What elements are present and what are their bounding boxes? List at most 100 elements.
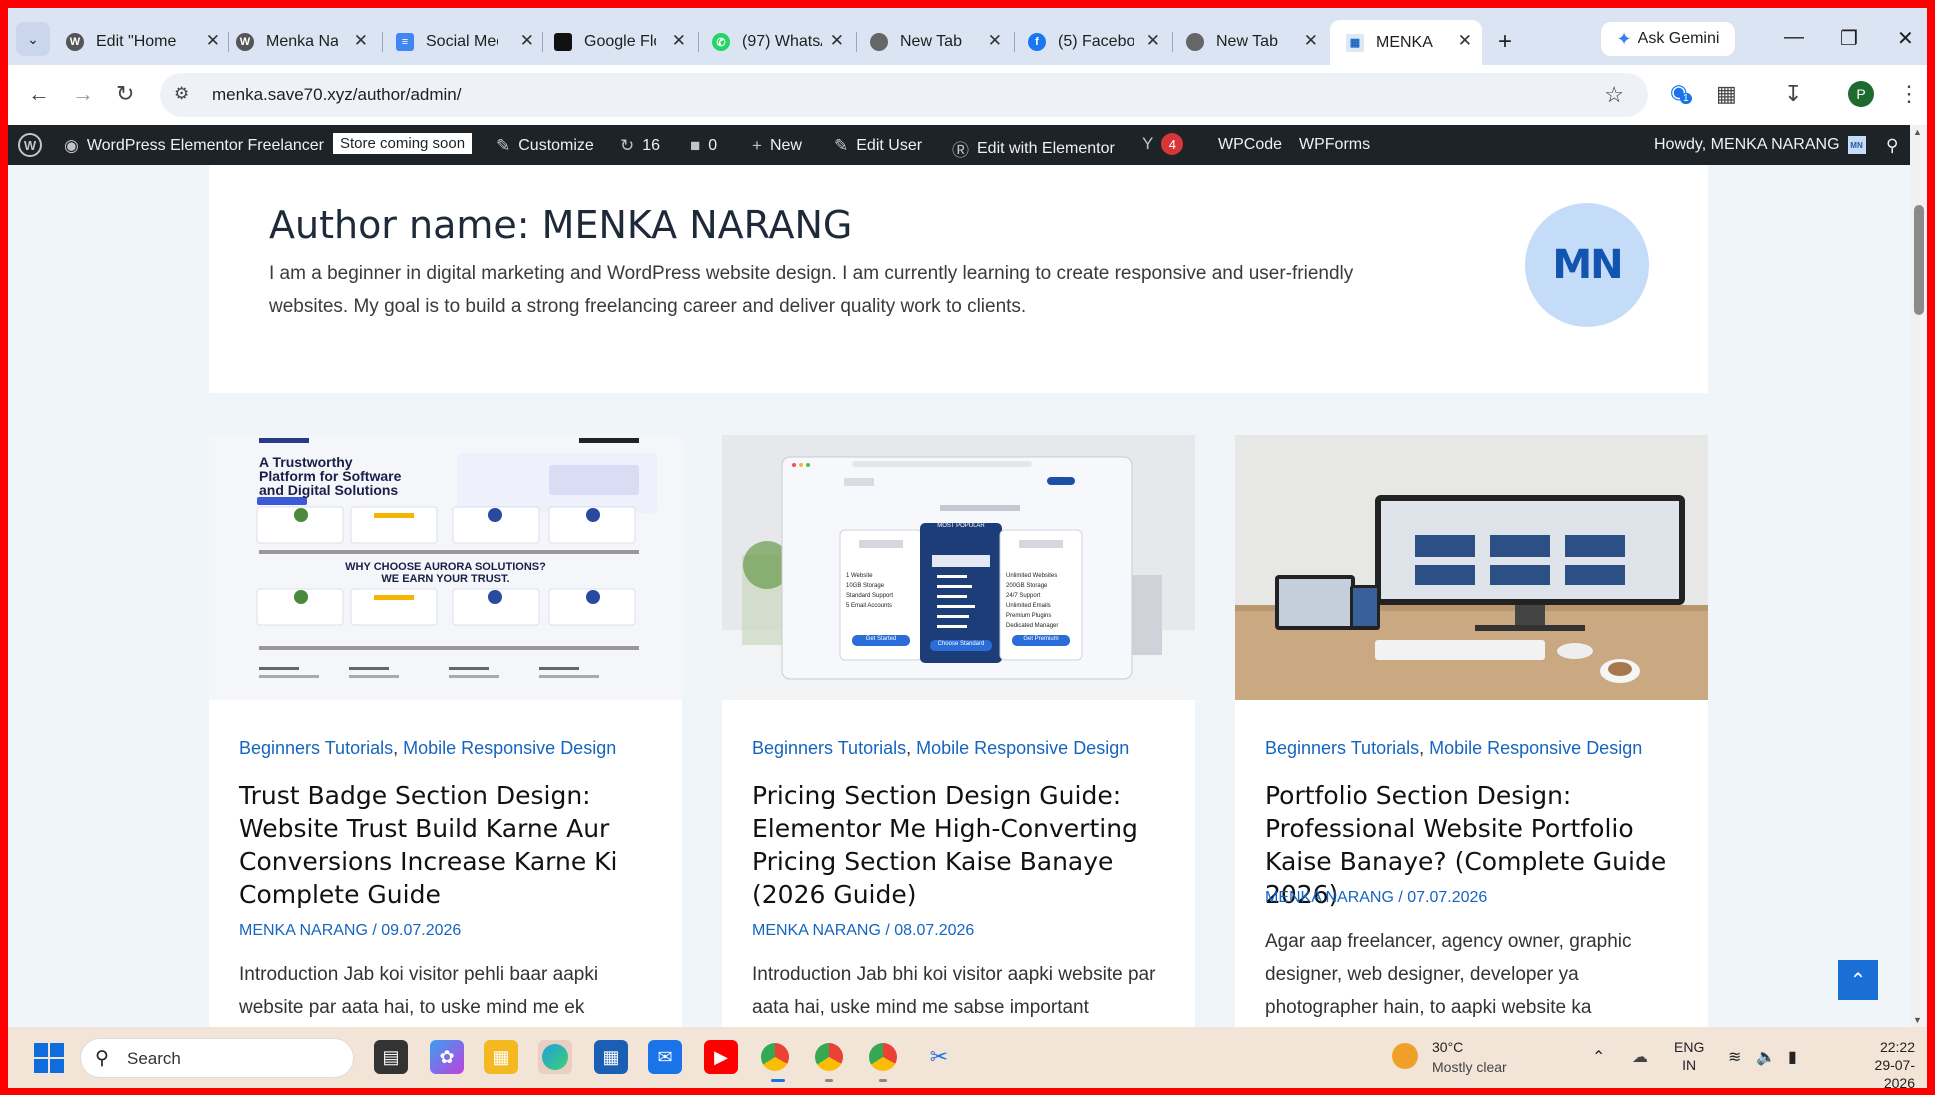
site-info-icon[interactable]: ⚙ — [174, 84, 189, 104]
post-title[interactable]: Trust Badge Section Design: Website Trus… — [239, 779, 659, 911]
file-explorer-icon[interactable]: ▦ — [484, 1040, 518, 1074]
clock[interactable]: 22:22 29-07-2026 — [1845, 1038, 1915, 1088]
tab-social-media[interactable]: ≡ Social Media ✕ — [396, 22, 534, 62]
edit-user-link[interactable]: ✎ Edit User — [834, 136, 922, 156]
copilot-icon[interactable]: ✿ — [430, 1040, 464, 1074]
post-thumbnail[interactable]: MOST POPULAR 1 Website 10GB Storage Stan… — [722, 435, 1195, 700]
weather-icon — [1392, 1043, 1418, 1069]
scroll-up-icon[interactable]: ▲ — [1913, 127, 1922, 137]
back-icon[interactable]: ← — [28, 81, 50, 107]
close-window-icon[interactable]: ✕ — [1897, 26, 1914, 51]
category-link[interactable]: Beginners Tutorials — [752, 738, 906, 758]
updates-link[interactable]: ↻ 16 — [620, 136, 660, 156]
battery-icon[interactable]: ▮ — [1788, 1047, 1797, 1067]
store-icon[interactable]: ▦ — [594, 1040, 628, 1074]
category-link[interactable]: Beginners Tutorials — [1265, 738, 1419, 758]
tab-new-tab-1[interactable]: New Tab ✕ — [870, 22, 1002, 62]
customize-link[interactable]: ✎ Customize — [496, 136, 594, 156]
close-icon[interactable]: ✕ — [988, 31, 1002, 51]
post-excerpt: Introduction Jab bhi koi visitor aapki w… — [752, 964, 1156, 1018]
wpforms-link[interactable]: WPForms — [1299, 136, 1370, 154]
post-meta[interactable]: MENKA NARANG / 08.07.2026 — [752, 922, 974, 940]
chrome-profile-p-icon[interactable] — [758, 1040, 792, 1074]
close-icon[interactable]: ✕ — [830, 31, 844, 51]
bookmark-star-icon[interactable]: ☆ — [1604, 82, 1624, 108]
restore-icon[interactable]: ❐ — [1840, 26, 1858, 51]
post-card: Beginners Tutorials, Mobile Responsive D… — [1235, 435, 1708, 1027]
tab-menka-narang[interactable]: W Menka Narang ✕ — [236, 22, 368, 62]
language-indicator[interactable]: ENG IN — [1674, 1038, 1704, 1074]
minimize-icon[interactable]: — — [1784, 26, 1804, 49]
tab-edit-home[interactable]: W Edit "Home ✕ — [66, 22, 220, 62]
wpcode-link[interactable]: WPCode — [1218, 136, 1282, 154]
new-tab-button[interactable]: + — [1498, 28, 1512, 56]
tab-facebook[interactable]: f (5) Facebook ✕ — [1028, 22, 1160, 62]
taskbar-search[interactable]: ⚲ Search — [80, 1038, 354, 1078]
outlook-icon[interactable]: ✉ — [648, 1040, 682, 1074]
youtube-icon[interactable]: ▶ — [704, 1040, 738, 1074]
whatsapp-icon: ✆ — [712, 33, 730, 51]
scrollbar-thumb[interactable] — [1914, 205, 1924, 315]
category-link[interactable]: Mobile Responsive Design — [403, 738, 616, 758]
profile-avatar[interactable]: P — [1848, 81, 1874, 107]
category-link[interactable]: Beginners Tutorials — [239, 738, 393, 758]
volume-icon[interactable]: 🔈 — [1756, 1047, 1776, 1067]
tab-whatsapp[interactable]: ✆ (97) WhatsApp ✕ — [712, 22, 844, 62]
task-view-icon[interactable]: ▤ — [374, 1040, 408, 1074]
address-bar[interactable]: ⚙ menka.save70.xyz/author/admin/ ☆ — [160, 73, 1648, 117]
chrome-profile-2-icon[interactable] — [812, 1040, 846, 1074]
close-icon[interactable]: ✕ — [354, 31, 368, 51]
plus-icon: + — [752, 136, 762, 155]
comments-link[interactable]: ■ 0 — [690, 136, 717, 156]
forward-icon[interactable]: → — [72, 81, 94, 107]
chevron-up-icon[interactable]: ⌃ — [1592, 1047, 1605, 1067]
browser-toolbar: ← → ↻ ⚙ menka.save70.xyz/author/admin/ ☆… — [8, 65, 1927, 125]
yoast-menu[interactable]: Y 4 — [1142, 133, 1184, 155]
post-thumbnail[interactable]: A Trustworthy Platform for Software and … — [209, 435, 682, 700]
chrome-profile-3-icon[interactable] — [866, 1040, 900, 1074]
store-coming-soon-badge[interactable]: Store coming soon — [333, 133, 473, 154]
edit-with-elementor-link[interactable]: Ⓡ Edit with Elementor — [952, 136, 1115, 161]
howdy-user-menu[interactable]: Howdy, MENKA NARANG MN — [1654, 136, 1866, 154]
search-icon[interactable]: ⚲ — [1886, 136, 1898, 156]
new-content-link[interactable]: + New — [752, 136, 802, 156]
close-icon[interactable]: ✕ — [1304, 31, 1318, 51]
post-meta[interactable]: MENKA NARANG / 09.07.2026 — [239, 922, 461, 940]
onedrive-icon[interactable]: ☁ — [1632, 1047, 1648, 1067]
site-name-link[interactable]: ◉ WordPress Elementor Freelancer — [64, 136, 324, 156]
back-to-top-button[interactable]: ⌃ — [1838, 960, 1878, 1000]
category-link[interactable]: Mobile Responsive Design — [1429, 738, 1642, 758]
windows-start-icon[interactable] — [34, 1043, 64, 1073]
wp-logo-icon[interactable]: W — [18, 133, 42, 157]
close-icon[interactable]: ✕ — [672, 31, 686, 51]
tab-menka-narang-active[interactable]: ▦ MENKA NARANG ✕ — [1330, 20, 1482, 65]
close-icon[interactable]: ✕ — [206, 31, 220, 51]
extensions-puzzle-icon[interactable]: ▦ — [1716, 81, 1737, 107]
ask-gemini-button[interactable]: ✦ Ask Gemini — [1601, 22, 1735, 56]
page-scrollbar[interactable]: ▲ ▼ — [1910, 125, 1927, 1027]
cast-extension-icon[interactable]: ◉ 1 — [1670, 79, 1692, 104]
reload-icon[interactable]: ↻ — [116, 81, 134, 107]
category-link[interactable]: Mobile Responsive Design — [916, 738, 1129, 758]
post-title[interactable]: Pricing Section Design Guide: Elementor … — [752, 779, 1172, 911]
tab-new-tab-2[interactable]: New Tab ✕ — [1186, 22, 1318, 62]
close-icon[interactable]: ✕ — [1146, 31, 1160, 51]
updates-icon: ↻ — [620, 136, 635, 155]
download-icon[interactable]: ↧ — [1784, 81, 1802, 107]
close-icon[interactable]: ✕ — [520, 31, 534, 51]
tab-google-flow[interactable]: Google Flow ✕ — [554, 22, 686, 62]
tab-search-button[interactable]: ⌄ — [16, 22, 50, 56]
snipping-tool-icon[interactable]: ✂ — [922, 1040, 956, 1074]
author-bio: I am a beginner in digital marketing and… — [269, 263, 1354, 317]
post-meta[interactable]: MENKA NARANG / 07.07.2026 — [1265, 889, 1487, 907]
edge-icon[interactable] — [538, 1040, 572, 1074]
post-thumbnail[interactable] — [1235, 435, 1708, 700]
menu-kebab-icon[interactable]: ⋮ — [1898, 81, 1920, 107]
author-box: Author name: MENKA NARANG I am a beginne… — [209, 165, 1708, 393]
close-icon[interactable]: ✕ — [1458, 31, 1472, 51]
scroll-down-icon[interactable]: ▼ — [1913, 1015, 1922, 1025]
wifi-icon[interactable]: ≋ — [1728, 1047, 1741, 1067]
google-docs-icon: ≡ — [396, 33, 414, 51]
wp-admin-bar: W ◉ WordPress Elementor Freelancer Store… — [8, 125, 1927, 165]
facebook-icon: f — [1028, 33, 1046, 51]
